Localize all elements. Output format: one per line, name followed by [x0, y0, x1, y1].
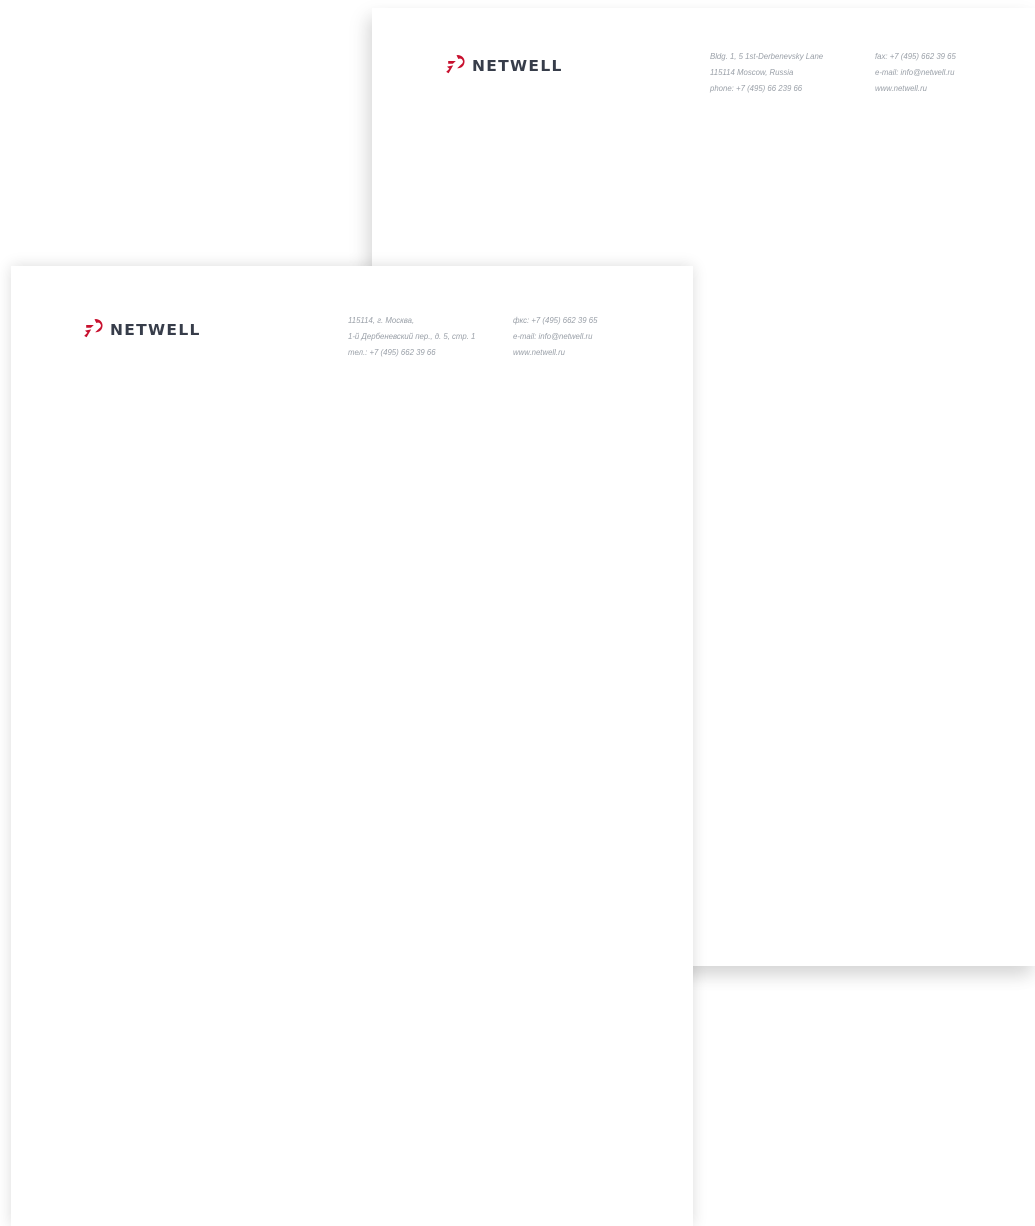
logo-wordmark: NETWELL [472, 56, 563, 75]
phone-line: тел.: +7 (495) 662 39 66 [348, 348, 436, 357]
netwell-logo: NETWELL [446, 52, 563, 76]
fax-line: фкс: +7 (495) 662 39 65 [513, 316, 598, 325]
address-block: Bldg. 1, 5 1st-Derbenevsky Lane 115114 M… [710, 49, 823, 97]
email-line: e-mail: info@netwell.ru [513, 332, 593, 341]
address-line: 115114, г. Москва, [348, 316, 415, 325]
website-line: www.netwell.ru [875, 84, 927, 93]
phone-line: phone: +7 (495) 66 239 66 [710, 84, 803, 93]
letterhead-sheet-russian: NETWELL 115114, г. Москва, 1-й Дербеневс… [11, 266, 693, 1226]
contact-block: фкс: +7 (495) 662 39 65 e-mail: info@net… [513, 313, 597, 361]
fax-line: fax: +7 (495) 662 39 65 [875, 52, 956, 61]
netwell-logo-icon [84, 316, 108, 340]
address-block: 115114, г. Москва, 1-й Дербеневский пер.… [348, 313, 475, 361]
logo-wordmark: NETWELL [110, 320, 201, 339]
netwell-logo-icon [446, 52, 470, 76]
contact-block: fax: +7 (495) 662 39 65 e-mail: info@net… [875, 49, 956, 97]
netwell-logo: NETWELL [84, 316, 201, 340]
address-line: 115114 Moscow, Russia [710, 68, 794, 77]
website-line: www.netwell.ru [513, 348, 565, 357]
email-line: e-mail: info@netwell.ru [875, 68, 955, 77]
address-line: 1-й Дербеневский пер., д. 5, стр. 1 [348, 332, 476, 341]
address-line: Bldg. 1, 5 1st-Derbenevsky Lane [710, 52, 824, 61]
